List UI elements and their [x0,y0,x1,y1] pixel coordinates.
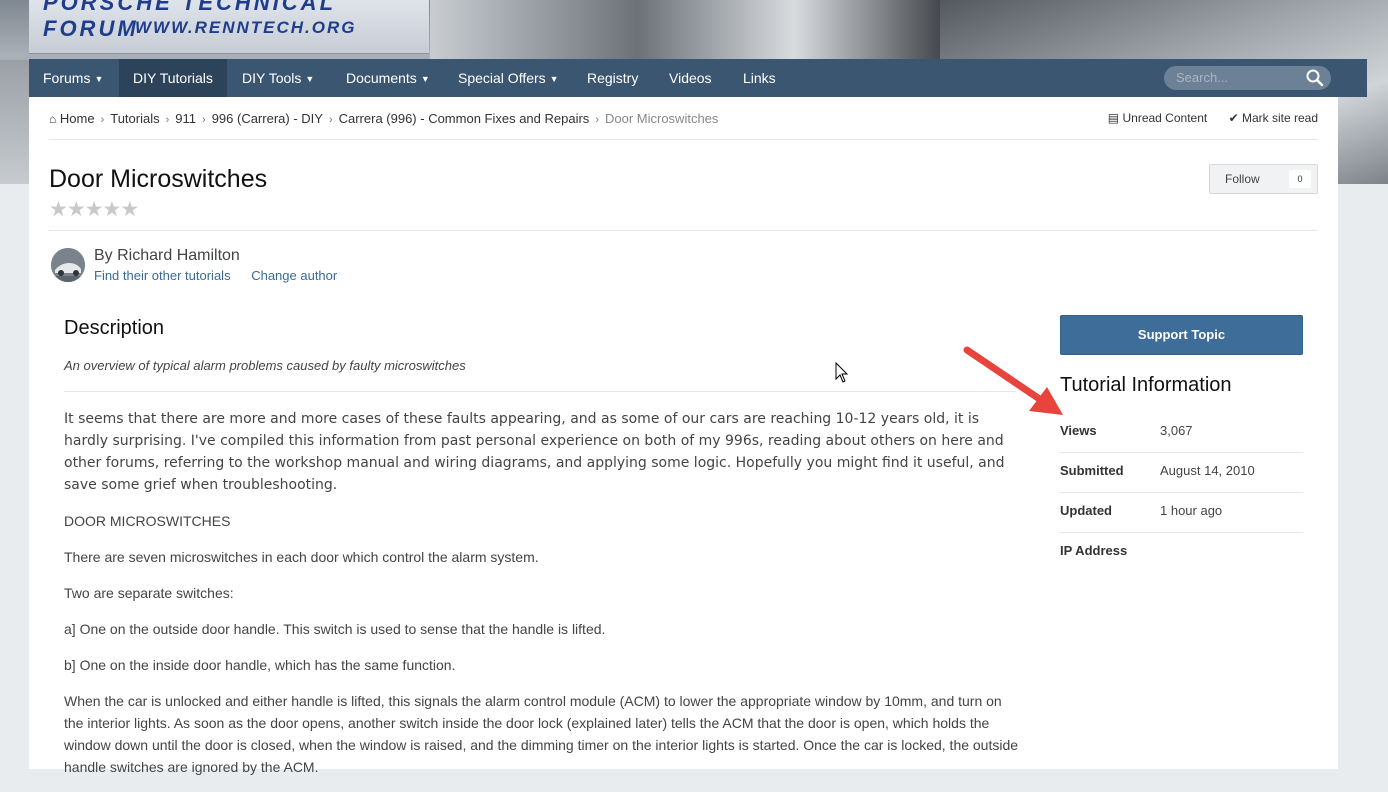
breadcrumb-current: Door Microswitches [604,111,719,126]
nav-forums[interactable]: Forums ▼ [29,59,117,97]
main-nav: Forums ▼ DIY Tutorials DIY Tools ▼ Documen… [29,59,1367,97]
chevron-right-icon: › [328,114,333,126]
search-icon[interactable] [1305,68,1325,88]
info-value: August 14, 2010 [1160,463,1255,478]
breadcrumb: ⌂ Home › Tutorials › 911 › 996 (Carrera) - DIY… [49,111,718,126]
chevron-down-icon: ▼ [420,74,430,84]
info-row-submitted: Submitted August 14, 2010 [1060,453,1303,493]
tutorial-info-heading: Tutorial Information [1060,374,1232,396]
info-row-ip-address: IP Address [1060,533,1303,572]
nav-label: Links [743,70,776,86]
mouse-cursor-icon [835,362,849,383]
search-placeholder: Search... [1176,70,1229,85]
star-icon[interactable]: ★ [67,198,86,221]
search-input[interactable]: Search... [1164,66,1331,90]
page-title: Door Microswitches [49,165,268,193]
article-paragraph: When the car is unlocked and either hand… [64,693,1019,775]
unread-content-link[interactable]: ▤ Unread Content [1108,111,1207,125]
nav-label: Registry [587,70,639,86]
content-panel: ⌂ Home › Tutorials › 911 › 996 (Carrera) - DIY… [29,97,1338,775]
article-body: It seems that there are more and more ca… [64,408,1019,792]
nav-registry[interactable]: Registry [573,59,652,97]
breadcrumb-actions: ▤ Unread Content ✔ Mark site read [1090,111,1318,125]
article-paragraph: a] One on the outside door handle. This … [64,621,606,637]
nav-label: Documents [346,70,417,86]
home-icon: ⌂ [49,112,57,126]
chevron-down-icon: ▼ [305,74,315,84]
info-value: 3,067 [1160,423,1193,438]
nav-label: DIY Tools [242,70,302,86]
article-paragraph: There are seven microswitches in each do… [64,549,539,565]
info-key: Updated [1060,503,1112,518]
site-logo[interactable]: PORSCHE TECHNICAL FORUM WWW.RENNTECH.ORG [29,0,429,54]
nav-label: Special Offers [458,70,546,86]
mark-site-read-link[interactable]: ✔ Mark site read [1229,111,1318,125]
article-paragraph: It seems that there are more and more ca… [64,411,1005,493]
banner-image-part [430,0,950,60]
divider [49,230,1318,231]
info-value: 1 hour ago [1160,503,1223,518]
rating-stars[interactable]: ★★★★★ [49,197,139,222]
info-row-views: Views 3,067 [1060,413,1303,453]
nav-label: Forums [43,70,91,86]
tutorial-info-table: Views 3,067 Submitted August 14, 2010 Up… [1060,413,1303,572]
breadcrumb-item-911[interactable]: 911 [175,111,196,126]
follow-button[interactable]: Follow 0 [1209,164,1318,194]
nav-diy-tools[interactable]: DIY Tools ▼ [228,59,328,97]
change-author-link[interactable]: Change author [251,268,337,283]
author-name: By Richard Hamilton [94,247,240,264]
chevron-right-icon: › [100,114,105,126]
follow-label: Follow [1225,172,1260,186]
nav-diy-tutorials[interactable]: DIY Tutorials [119,59,227,97]
chevron-right-icon: › [595,114,599,126]
breadcrumb-item-home[interactable]: Home [60,111,95,126]
inbox-icon: ▤ [1107,111,1120,125]
info-key: Views [1060,423,1097,438]
car-photo-icon [51,248,85,282]
divider [49,139,1318,140]
info-row-updated: Updated 1 hour ago [1060,493,1303,533]
chevron-down-icon: ▼ [94,74,104,84]
mark-site-read-label: Mark site read [1241,111,1318,125]
info-key: Submitted [1060,463,1124,478]
breadcrumb-item-tutorials[interactable]: Tutorials [110,111,159,126]
logo-url: WWW.RENNTECH.ORG [135,18,357,37]
nav-documents[interactable]: Documents ▼ [332,59,444,97]
nav-label: DIY Tutorials [133,70,213,86]
author-links: Find their other tutorials Change author [94,268,354,283]
avatar[interactable] [51,248,85,282]
description-summary: An overview of typical alarm problems ca… [64,358,466,373]
article-paragraph: Two are separate switches: [64,585,234,601]
star-icon[interactable]: ★ [120,198,139,221]
unread-content-label: Unread Content [1122,111,1208,125]
chevron-right-icon: › [165,114,170,126]
support-topic-button[interactable]: Support Topic [1060,315,1303,355]
nav-special-offers[interactable]: Special Offers ▼ [444,59,573,97]
breadcrumb-item-fixes[interactable]: Carrera (996) - Common Fixes and Repairs [339,111,590,126]
divider [64,391,1016,392]
star-icon[interactable]: ★ [102,198,121,221]
check-icon: ✔ [1228,111,1239,125]
star-icon[interactable]: ★ [85,198,104,221]
nav-links[interactable]: Links [729,59,790,97]
find-other-tutorials-link[interactable]: Find their other tutorials [94,268,231,283]
nav-label: Videos [669,70,712,86]
article-paragraph: DOOR MICROSWITCHES [64,513,231,529]
banner-image-part [0,60,30,184]
breadcrumb-item-996[interactable]: 996 (Carrera) - DIY [212,111,323,126]
nav-videos[interactable]: Videos [655,59,726,97]
description-heading: Description [64,317,165,339]
info-key: IP Address [1060,543,1128,558]
star-icon[interactable]: ★ [49,198,68,221]
chevron-right-icon: › [202,114,206,126]
article-paragraph: b] One on the inside door handle, which … [64,657,456,673]
annotation-arrow-icon [963,346,1063,415]
follow-count: 0 [1289,170,1311,188]
chevron-down-icon: ▼ [549,74,559,84]
